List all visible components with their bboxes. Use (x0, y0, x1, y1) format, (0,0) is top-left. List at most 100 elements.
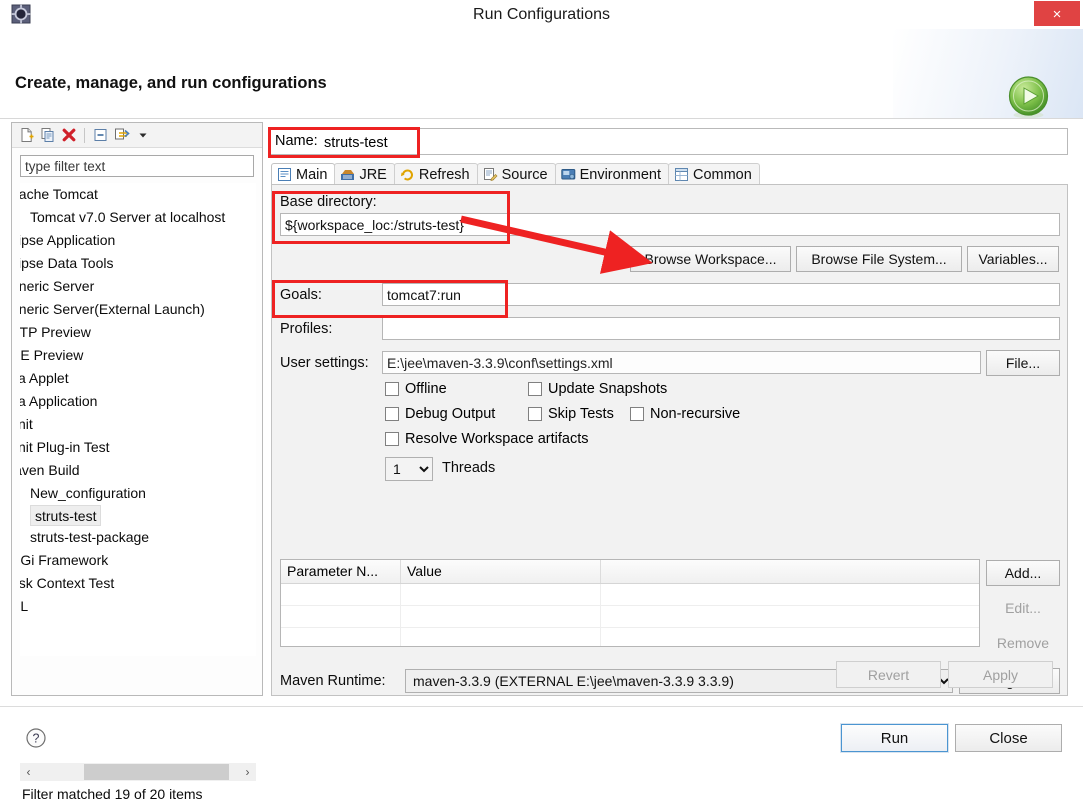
filter-icon[interactable] (111, 125, 132, 146)
add-parameter-button[interactable]: Add... (986, 560, 1060, 586)
tree-item[interactable]: eneric Server(External Launch) (20, 298, 256, 321)
chevron-down-icon[interactable] (132, 125, 153, 146)
debug-output-checkbox[interactable] (385, 407, 399, 421)
tab-environment[interactable]: Environment (554, 163, 669, 185)
help-question-icon[interactable]: ? (24, 726, 48, 750)
skip-tests-label[interactable]: Skip Tests (548, 406, 614, 422)
tree-item[interactable]: :lipse Data Tools (20, 252, 256, 275)
name-input[interactable] (324, 132, 1064, 153)
column-spacer (601, 560, 979, 583)
window-title: Run Configurations (473, 6, 610, 23)
window-close-button[interactable]: × (1034, 1, 1080, 26)
configurations-tree[interactable]: pache TomcatTomcat v7.0 Server at localh… (20, 183, 256, 656)
tab-source[interactable]: Source (476, 163, 556, 185)
tree-item[interactable]: va Applet (20, 367, 256, 390)
tree-item[interactable]: laven Build (20, 459, 256, 482)
tree-item[interactable]: :lipse Application (20, 229, 256, 252)
tree-item-selected[interactable]: struts-test (30, 505, 102, 526)
scroll-thumb[interactable] (84, 764, 229, 780)
variables-button[interactable]: Variables... (967, 246, 1059, 272)
non-recursive-checkbox[interactable] (630, 407, 644, 421)
user-settings-input[interactable] (382, 351, 981, 374)
browse-workspace-button[interactable]: Browse Workspace... (630, 246, 791, 272)
checkbox-update-snapshots[interactable]: Update Snapshots (528, 381, 667, 397)
goals-input[interactable] (382, 283, 1060, 306)
tab-label: JRE (359, 166, 387, 183)
checkbox-non-recursive[interactable]: Non-recursive (630, 406, 740, 422)
threads-select[interactable]: 1234 (385, 457, 433, 481)
new-configuration-icon[interactable] (16, 125, 37, 146)
collapse-all-icon[interactable] (90, 125, 111, 146)
tree-item[interactable]: Tomcat v7.0 Server at localhost (20, 206, 256, 229)
configuration-editor: Name: Main JRE Refresh Source Environment Com… (268, 122, 1073, 696)
tree-item[interactable]: eneric Server (20, 275, 256, 298)
parameters-table[interactable]: Parameter N... Value (280, 559, 980, 647)
tab-main[interactable]: Main (271, 163, 336, 185)
environment-tab-icon (560, 167, 576, 182)
debug-output-label[interactable]: Debug Output (405, 406, 495, 422)
jre-tab-icon (340, 167, 355, 182)
filter-input[interactable] (20, 155, 254, 177)
tree-item[interactable]: SL (20, 595, 256, 618)
main-tab-panel: Base directory: Browse Workspace... Brow… (271, 184, 1068, 696)
tree-horizontal-scrollbar[interactable]: ‹ › (20, 763, 256, 781)
tree-item[interactable]: struts-test-package (20, 526, 256, 549)
browse-file-system-button[interactable]: Browse File System... (796, 246, 962, 272)
refresh-tab-icon (400, 167, 415, 182)
tree-item[interactable]: va Application (20, 390, 256, 413)
checkbox-offline[interactable]: Offline (385, 381, 447, 397)
banner-gradient (893, 29, 1083, 118)
checkbox-debug-output[interactable]: Debug Output (385, 406, 495, 422)
resolve-workspace-artifacts-checkbox[interactable] (385, 432, 399, 446)
window-titlebar: Run Configurations × (0, 0, 1083, 30)
base-directory-input[interactable] (280, 213, 1060, 236)
tree-item[interactable]: ask Context Test (20, 572, 256, 595)
column-value: Value (401, 560, 601, 583)
scroll-right-arrow-icon[interactable]: › (239, 763, 256, 781)
apply-button: Apply (948, 661, 1053, 688)
offline-checkbox[interactable] (385, 382, 399, 396)
close-button[interactable]: Close (955, 724, 1062, 752)
non-recursive-label[interactable]: Non-recursive (650, 406, 740, 422)
tab-refresh[interactable]: Refresh (393, 163, 478, 185)
green-run-arrow-icon (1006, 75, 1051, 118)
tab-label: Common (692, 166, 752, 183)
profiles-label: Profiles: (280, 321, 333, 337)
source-tab-icon (483, 167, 498, 182)
scroll-left-arrow-icon[interactable]: ‹ (20, 763, 37, 781)
update-snapshots-checkbox[interactable] (528, 382, 542, 396)
main-tab-icon (277, 167, 292, 182)
tree-item[interactable]: EE Preview (20, 344, 256, 367)
resolve-workspace-artifacts-label[interactable]: Resolve Workspace artifacts (405, 431, 588, 447)
checkbox-resolve-workspace-artifacts[interactable]: Resolve Workspace artifacts (385, 431, 588, 447)
tree-item[interactable]: Jnit Plug-in Test (20, 436, 256, 459)
table-row[interactable] (281, 606, 979, 628)
scroll-track[interactable] (37, 763, 239, 781)
delete-configuration-icon[interactable] (58, 125, 79, 146)
tree-item[interactable]: pache Tomcat (20, 183, 256, 206)
configurations-toolbar (12, 123, 262, 148)
tree-item[interactable]: SGi Framework (20, 549, 256, 572)
tab-bar: Main JRE Refresh Source Environment Common (271, 163, 1068, 185)
tree-item[interactable]: New_configuration (20, 482, 256, 505)
tab-common[interactable]: Common (667, 163, 760, 185)
banner-title: Create, manage, and run configurations (15, 74, 327, 92)
common-tab-icon (674, 167, 689, 182)
update-snapshots-label[interactable]: Update Snapshots (548, 381, 667, 397)
offline-label[interactable]: Offline (405, 381, 447, 397)
run-button[interactable]: Run (840, 723, 949, 753)
tab-jre[interactable]: JRE (334, 163, 395, 185)
threads-label: Threads (442, 460, 496, 476)
filter-status-text: Filter matched 19 of 20 items (22, 786, 203, 802)
user-settings-file-button[interactable]: File... (986, 350, 1060, 376)
tree-item[interactable]: TTP Preview (20, 321, 256, 344)
table-row[interactable] (281, 628, 979, 646)
tab-label: Source (501, 166, 548, 183)
duplicate-configuration-icon[interactable] (37, 125, 58, 146)
table-row[interactable] (281, 584, 979, 606)
skip-tests-checkbox[interactable] (528, 407, 542, 421)
checkbox-skip-tests[interactable]: Skip Tests (528, 406, 614, 422)
base-directory-label: Base directory: (280, 194, 377, 210)
profiles-input[interactable] (382, 317, 1060, 340)
tree-item[interactable]: Jnit (20, 413, 256, 436)
